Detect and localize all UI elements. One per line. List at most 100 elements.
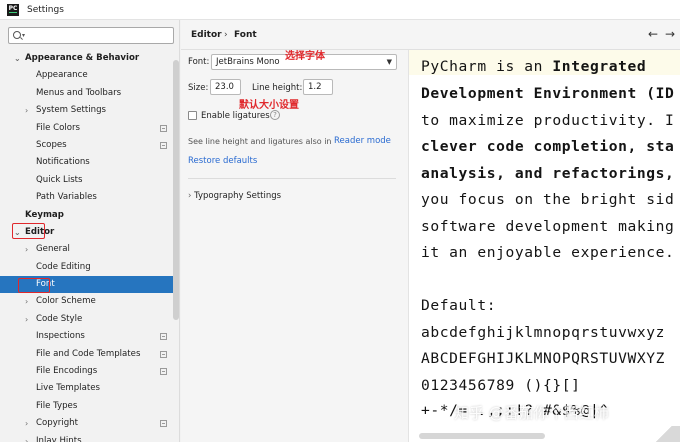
annotation-default-size: 默认大小设置 xyxy=(239,100,299,111)
sidebar-item-appearance-behavior[interactable]: ⌄ Appearance & Behavior xyxy=(0,50,179,67)
enable-ligatures-label[interactable]: Enable ligatures xyxy=(201,111,270,121)
preview-text: 0123456789 (){}[] xyxy=(421,377,581,394)
breadcrumb-parent[interactable]: Editor xyxy=(191,30,222,40)
sidebar-item-label: File Types xyxy=(36,400,78,411)
preview-text: you focus on the bright sid xyxy=(421,191,675,208)
typography-settings-toggle[interactable]: › Typography Settings xyxy=(188,191,281,201)
font-family-value: JetBrains Mono xyxy=(216,57,280,67)
font-size-input[interactable]: 23.0 xyxy=(210,79,241,95)
preview-line: software development making xyxy=(421,218,674,235)
project-scope-icon xyxy=(160,124,167,132)
divider xyxy=(188,178,396,179)
chevron-right-icon[interactable]: › xyxy=(25,433,28,442)
sidebar-item-scopes[interactable]: Scopes xyxy=(0,137,179,154)
project-scope-icon xyxy=(160,350,167,358)
preview-line: clever code completion, sta xyxy=(421,138,674,155)
preview-line: it an enjoyable experience. xyxy=(421,244,674,261)
annotation-box-editor xyxy=(12,223,45,239)
annotation-box-font xyxy=(18,278,50,293)
line-height-hint: See line height and ligatures also in xyxy=(188,137,332,146)
watermark: 知乎 @番茄你个西红柿 xyxy=(454,404,609,422)
preview-line: Development Environment (ID xyxy=(421,85,674,102)
sidebar-item-appearance[interactable]: Appearance xyxy=(0,67,179,84)
chevron-right-icon[interactable]: › xyxy=(25,293,28,310)
sidebar-item-label: Live Templates xyxy=(36,383,100,394)
preview-text: it an enjoyable experience. xyxy=(421,244,675,261)
sidebar-item-menus-and-toolbars[interactable]: Menus and Toolbars xyxy=(0,85,179,102)
preview-text: PyCharm is an xyxy=(421,58,553,75)
preview-line: Default: xyxy=(421,297,496,314)
sidebar-item-file-colors[interactable]: File Colors xyxy=(0,120,179,137)
sidebar-item-general[interactable]: › General xyxy=(0,241,179,258)
sidebar-item-code-style[interactable]: › Code Style xyxy=(0,311,179,328)
settings-sidebar: ▾ ⌄ Appearance & Behavior Appearance Menus … xyxy=(0,20,180,442)
preview-text: ABCDEFGHIJKLMNOPQRSTUVWXYZ xyxy=(421,350,666,367)
preview-text: abcdefghijklmnopqrstuvwxyz xyxy=(421,324,666,341)
sidebar-item-label: Keymap xyxy=(25,209,64,220)
chevron-down-icon[interactable]: ⌄ xyxy=(14,50,21,67)
sidebar-item-label: File Colors xyxy=(36,122,81,133)
typography-settings-label: Typography Settings xyxy=(194,191,282,201)
chevron-right-icon[interactable]: › xyxy=(25,415,28,432)
preview-scrollbar[interactable] xyxy=(419,433,545,439)
line-height-label: Line height: xyxy=(252,83,303,93)
sidebar-item-notifications[interactable]: Notifications xyxy=(0,154,179,171)
sidebar-item-file-encodings[interactable]: File Encodings xyxy=(0,363,179,380)
reader-mode-link[interactable]: Reader mode xyxy=(334,136,391,146)
chevron-right-icon[interactable]: › xyxy=(25,311,28,328)
sidebar-item-color-scheme[interactable]: › Color Scheme xyxy=(0,293,179,310)
back-arrow-icon[interactable]: ← xyxy=(648,27,658,41)
breadcrumb-current: Font xyxy=(234,30,257,40)
forward-arrow-icon[interactable]: → xyxy=(665,27,675,41)
window-title: Settings xyxy=(27,4,64,15)
enable-ligatures-checkbox[interactable] xyxy=(188,111,197,120)
sidebar-item-label: Appearance & Behavior xyxy=(25,53,140,63)
sidebar-item-label: File and Code Templates xyxy=(36,348,141,359)
sidebar-item-system-settings[interactable]: › System Settings xyxy=(0,102,179,119)
chevron-right-icon[interactable]: › xyxy=(25,102,28,119)
preview-text: analysis, and refactorings, xyxy=(421,165,675,182)
sidebar-item-label: Notifications xyxy=(36,157,90,168)
sidebar-item-copyright[interactable]: › Copyright xyxy=(0,415,179,432)
sidebar-item-label: Code Editing xyxy=(36,261,91,272)
preview-text: Default: xyxy=(421,297,497,314)
page-corner xyxy=(648,426,680,442)
sidebar-item-label: Quick Lists xyxy=(36,174,83,185)
restore-defaults-link[interactable]: Restore defaults xyxy=(188,156,257,166)
pycharm-logo-icon: PC xyxy=(7,3,19,16)
line-height-input[interactable]: 1.2 xyxy=(303,79,333,95)
settings-search-input[interactable]: ▾ xyxy=(8,27,174,44)
sidebar-item-label: Copyright xyxy=(36,418,78,429)
project-scope-icon xyxy=(160,141,167,149)
font-label: Font: xyxy=(188,57,210,67)
preview-line: ABCDEFGHIJKLMNOPQRSTUVWXYZ xyxy=(421,350,665,367)
sidebar-item-label: File Encodings xyxy=(36,366,98,377)
sidebar-item-label: System Settings xyxy=(36,105,107,116)
size-label: Size: xyxy=(188,83,209,93)
preview-line: PyCharm is an Integrated xyxy=(421,58,646,75)
sidebar-scrollbar[interactable] xyxy=(173,60,179,320)
sidebar-item-inlay-hints[interactable]: › Inlay Hints xyxy=(0,433,179,442)
help-icon[interactable]: ? xyxy=(270,110,280,120)
sidebar-item-inspections[interactable]: Inspections xyxy=(0,328,179,345)
chevron-right-icon[interactable]: › xyxy=(25,241,28,258)
sidebar-item-live-templates[interactable]: Live Templates xyxy=(0,380,179,397)
preview-text: Integrated xyxy=(552,58,647,75)
sidebar-item-file-types[interactable]: File Types xyxy=(0,398,179,415)
sidebar-item-label: Inspections xyxy=(36,331,85,342)
sidebar-item-file-and-code-templates[interactable]: File and Code Templates xyxy=(0,346,179,363)
title-bar: PC Settings xyxy=(0,0,680,20)
breadcrumb-separator: › xyxy=(224,30,228,40)
preview-text: Development Environment (ID xyxy=(421,85,675,102)
search-dropdown-icon[interactable]: ▾ xyxy=(22,32,25,39)
sidebar-item-code-editing[interactable]: Code Editing xyxy=(0,259,179,276)
sidebar-item-label: Menus and Toolbars xyxy=(36,87,122,98)
sidebar-item-label: Scopes xyxy=(36,139,67,150)
annotation-choose-font: 选择字体 xyxy=(285,51,325,62)
sidebar-item-quick-lists[interactable]: Quick Lists xyxy=(0,172,179,189)
chevron-down-icon: ▼ xyxy=(386,58,392,66)
sidebar-item-path-variables[interactable]: Path Variables xyxy=(0,189,179,206)
sidebar-item-label: Appearance xyxy=(36,70,88,81)
sidebar-item-keymap[interactable]: Keymap xyxy=(0,207,179,224)
font-preview[interactable]: PyCharm is an Integrated Development Envi… xyxy=(408,50,680,442)
